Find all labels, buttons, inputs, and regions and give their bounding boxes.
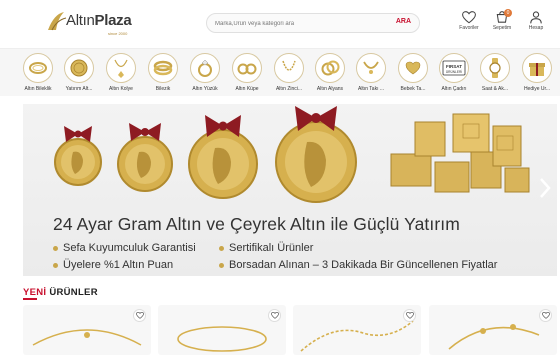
heart-icon [135,312,144,319]
jewelry-set-icon [363,61,379,74]
heart-icon [270,312,279,319]
category-bangle[interactable]: Bilezik [142,53,184,97]
category-label: Bilezik [155,86,171,92]
ring-icon [198,59,212,77]
gold-products-illustration [54,106,530,203]
category-label: Bebek Ta... [400,86,426,92]
category-gift-products[interactable]: Hediye Ür... [516,53,558,97]
brand-tagline: since 2000 [108,31,128,36]
category-watch-accessory[interactable]: Saat & Ak... [474,53,516,97]
earring-icon [237,63,257,75]
coin-4 [275,121,357,203]
cart-label: Sepetim [492,25,512,31]
bullet-icon [53,245,58,251]
coin-1 [54,138,102,186]
category-label: Yatırım Alt... [65,86,93,92]
category-investment-gold[interactable]: Yatırım Alt... [58,53,100,97]
category-gold-chain[interactable]: Altın Zinci... [268,53,310,97]
banner-feature: Sertifikalı Ürünler [219,242,313,254]
product-card[interactable] [23,305,151,355]
search-input[interactable] [215,18,385,30]
category-firsat-urunleri[interactable]: FIRSAT ÜRÜNLERİ Altın Çadırı [433,53,475,97]
product-card[interactable] [293,305,421,355]
header: AltınPlaza since 2000 ARA Favoriler 0 Se… [0,0,560,46]
add-favorite-button[interactable] [133,309,146,322]
category-gold-ring[interactable]: Altın Yüzük [184,53,226,97]
bullet-icon [219,245,224,251]
category-gold-necklace[interactable]: Altın Kolye [100,53,142,97]
category-label: Altın Küpe [235,86,259,92]
favorites-button[interactable]: Favoriler [451,11,487,37]
watch-icon [489,58,501,78]
account-label: Hesap [528,25,544,31]
cart-button[interactable]: 0 Sepetim [484,9,520,37]
heart-icon [541,312,550,319]
bullet-icon [53,262,58,268]
category-wedding-band[interactable]: Altın Alyans [309,53,351,97]
category-label: Saat & Ak... [481,86,509,92]
add-favorite-button[interactable] [539,309,552,322]
product-image [300,320,414,352]
gift-icon [529,63,545,76]
product-card[interactable] [158,305,286,355]
user-icon [530,11,542,24]
category-label: Altın Takı ... [357,86,385,92]
banner-feature: Üyelere %1 Altın Puan [53,259,173,271]
category-label: Altın Çadırı [441,86,467,92]
category-gold-bracelet[interactable]: Altın Bileklik [17,53,59,97]
account-button[interactable]: Hesap [518,11,554,37]
category-label: Altın Alyans [316,86,344,92]
category-label: Altın Yüzük [192,86,218,92]
add-favorite-button[interactable] [268,309,281,322]
banner-next-arrow-icon[interactable] [537,176,553,200]
add-favorite-button[interactable] [403,309,416,322]
category-label: Altın Bileklik [24,86,52,92]
heart-icon [405,312,414,319]
brand-name: AltınPlaza [66,12,132,29]
category-baby-jewelry[interactable]: Bebek Ta... [392,53,434,97]
search-button[interactable]: ARA [396,18,411,25]
firsat-tag-line2: ÜRÜNLERİ [446,69,462,74]
product-image [177,326,267,352]
chain-icon [282,60,296,71]
firsat-tag-line1: FIRSAT [446,64,462,69]
category-label: Altın Zinci... [275,86,303,92]
coin-3 [188,129,258,199]
category-strip: Altın Bileklik Yatırım Alt... Altın Koly… [0,48,560,96]
category-gold-earring[interactable]: Altın Küpe [226,53,268,97]
baby-jewelry-icon [405,61,421,75]
cart-count-badge: 0 [504,9,512,17]
new-products-title: YENİ ÜRÜNLER [23,287,98,298]
coin-2 [117,136,173,192]
category-label: Hediye Ür... [523,86,551,92]
product-image [448,324,540,350]
bangle-icon [153,60,173,76]
wedding-band-icon [321,60,340,76]
bracelet-icon [29,62,47,74]
banner-feature: Borsadan Alınan – 3 Dakikada Bir Güncell… [219,259,497,271]
favorites-label: Favoriler [459,25,479,31]
necklace-icon [114,59,128,78]
product-image [32,329,142,346]
logo-mark-icon [48,12,67,31]
bullet-icon [219,262,224,268]
category-label: Altın Kolye [109,86,133,92]
brand-logo[interactable]: AltınPlaza since 2000 [46,8,132,36]
category-jewelry-set[interactable]: Altın Takı ... [350,53,392,97]
banner-feature: Sefa Kuyumculuk Garantisi [53,242,196,254]
search-bar: ARA [206,13,420,33]
section-underline [23,298,37,300]
hero-banner[interactable]: 24 Ayar Gram Altın ve Çeyrek Altın ile G… [23,104,557,276]
coin-icon [70,59,88,77]
product-card[interactable] [429,305,557,355]
heart-icon [462,11,476,24]
banner-headline: 24 Ayar Gram Altın ve Çeyrek Altın ile G… [53,214,460,234]
firsat-tag-icon: FIRSATÜRÜNLERİ [442,60,466,76]
gold-bars [390,113,530,193]
